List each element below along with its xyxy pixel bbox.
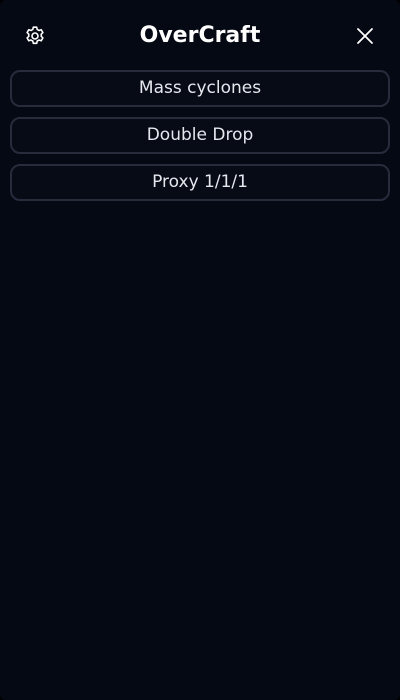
overlay-window: OverCraft Mass cyclones Double Drop Prox… bbox=[0, 0, 400, 700]
build-item-proxy-111[interactable]: Proxy 1/1/1 bbox=[10, 164, 390, 201]
close-icon bbox=[357, 28, 373, 44]
app-title: OverCraft bbox=[139, 23, 261, 48]
close-button[interactable] bbox=[351, 22, 379, 50]
build-item-mass-cyclones[interactable]: Mass cyclones bbox=[10, 70, 390, 107]
build-list: Mass cyclones Double Drop Proxy 1/1/1 bbox=[10, 70, 390, 211]
build-item-double-drop[interactable]: Double Drop bbox=[10, 117, 390, 154]
header: OverCraft bbox=[0, 0, 400, 70]
